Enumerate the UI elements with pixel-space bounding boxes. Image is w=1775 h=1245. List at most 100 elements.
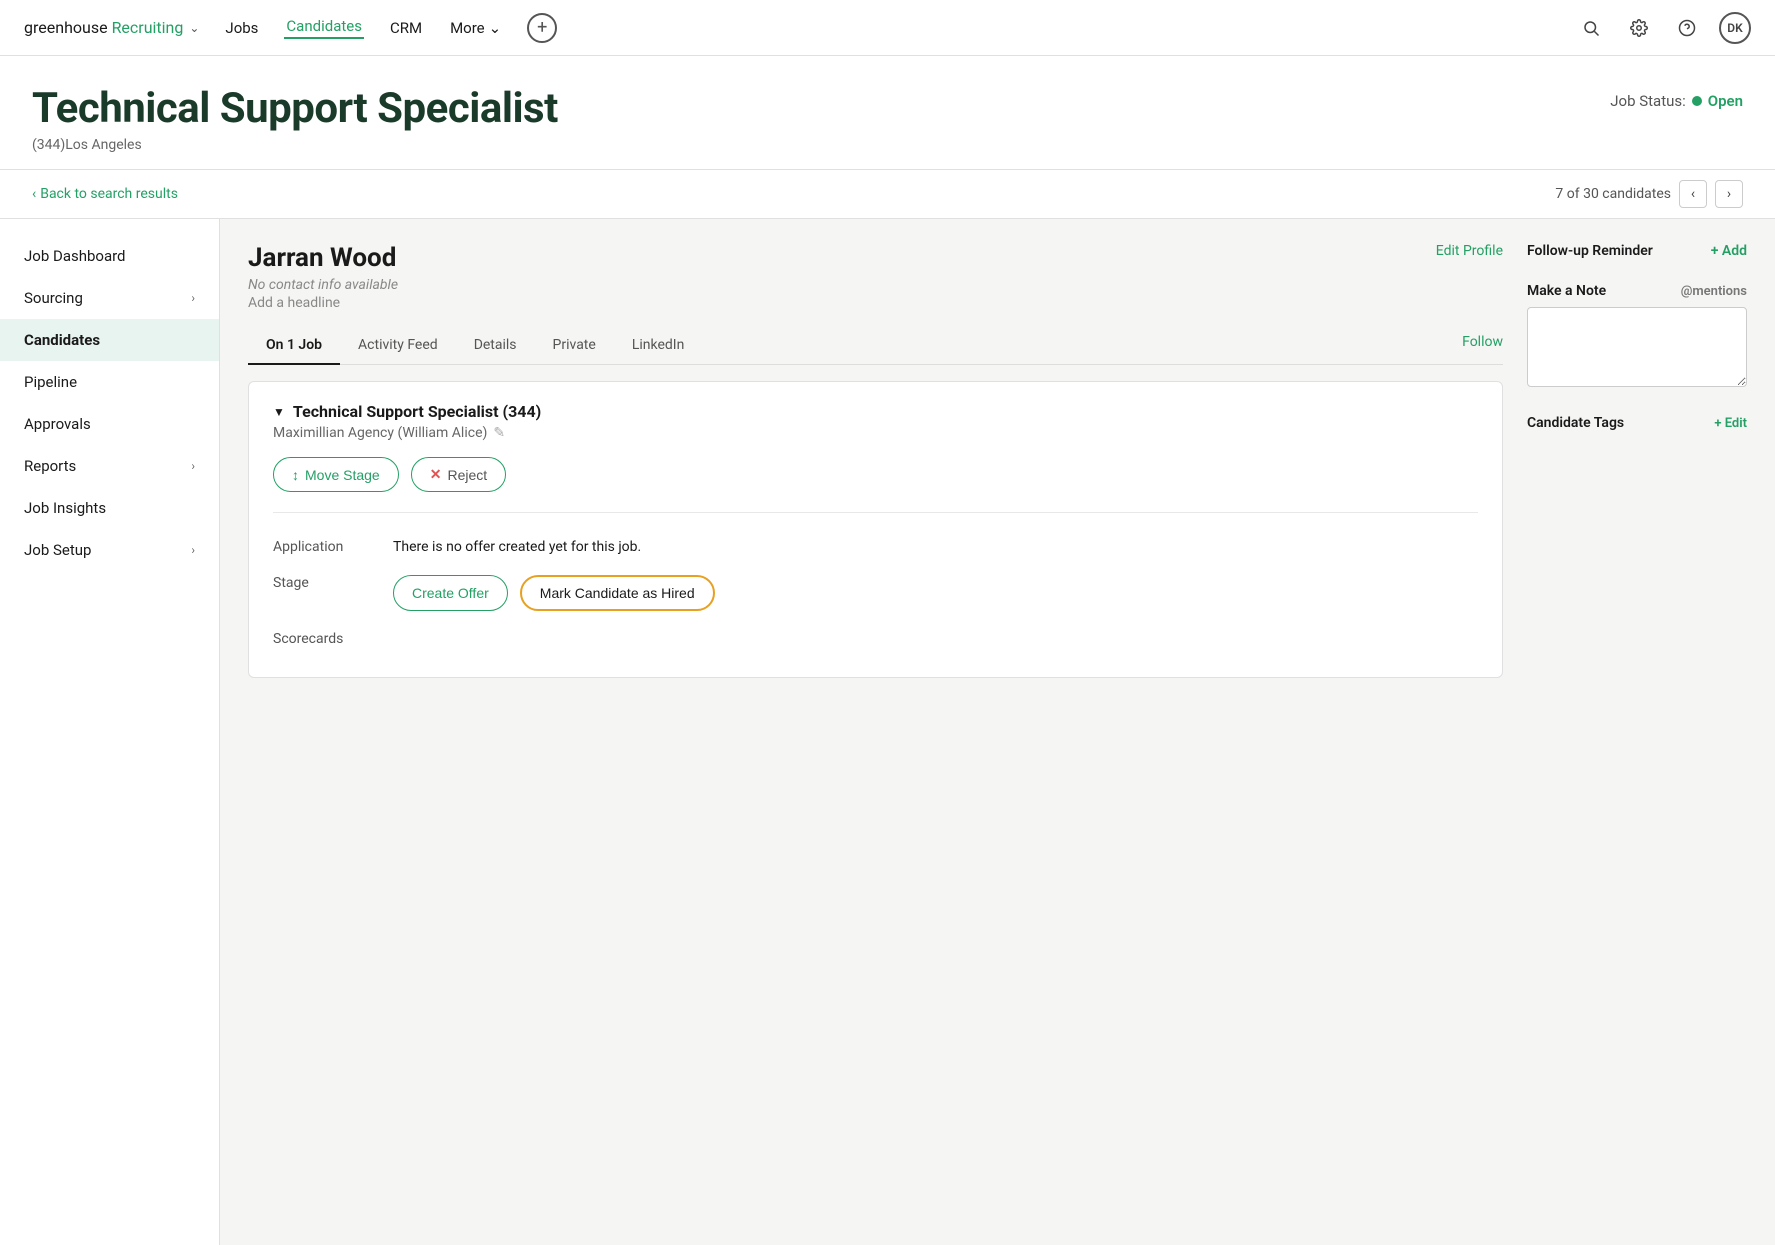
job-status: Job Status: Open xyxy=(1610,92,1743,110)
note-textarea[interactable] xyxy=(1527,307,1747,387)
scorecards-row: Scorecards xyxy=(273,621,1478,657)
move-stage-icon: ↕ xyxy=(292,467,299,483)
sourcing-chevron-icon: › xyxy=(191,291,195,305)
more-chevron-icon: ⌄ xyxy=(489,19,502,37)
prev-candidate-button[interactable]: ‹ xyxy=(1679,180,1707,208)
sidebar-label-job-insights: Job Insights xyxy=(24,499,106,517)
top-navigation: greenhouse Recruiting ⌄ Jobs Candidates … xyxy=(0,0,1775,56)
sidebar-label-reports: Reports xyxy=(24,457,76,475)
nav-link-candidates[interactable]: Candidates xyxy=(284,17,364,39)
sidebar-item-job-insights[interactable]: Job Insights xyxy=(0,487,219,529)
status-indicator xyxy=(1692,96,1702,106)
job-card: ▼ Technical Support Specialist (344) Max… xyxy=(248,381,1503,678)
agency-name: Maximillian Agency (William Alice) xyxy=(273,425,487,441)
back-link[interactable]: ‹ Back to search results xyxy=(32,186,178,202)
candidate-section: Jarran Wood Edit Profile No contact info… xyxy=(248,243,1503,1221)
job-title: Technical Support Specialist xyxy=(32,84,558,133)
add-button[interactable]: + xyxy=(527,13,557,43)
sidebar: Job Dashboard Sourcing › Candidates Pipe… xyxy=(0,219,220,1245)
move-stage-button[interactable]: ↕ Move Stage xyxy=(273,457,399,492)
tags-edit-link[interactable]: + Edit xyxy=(1714,416,1747,431)
note-header: Make a Note @mentions xyxy=(1527,283,1747,299)
sidebar-label-job-dashboard: Job Dashboard xyxy=(24,247,126,265)
sidebar-item-pipeline[interactable]: Pipeline xyxy=(0,361,219,403)
move-stage-label: Move Stage xyxy=(305,467,380,483)
help-icon[interactable] xyxy=(1671,12,1703,44)
sidebar-label-job-setup: Job Setup xyxy=(24,541,91,559)
note-title: Make a Note xyxy=(1527,283,1606,299)
content-area: Jarran Wood Edit Profile No contact info… xyxy=(220,219,1775,1245)
main-layout: Job Dashboard Sourcing › Candidates Pipe… xyxy=(0,219,1775,1245)
right-panel: Follow-up Reminder + Add Make a Note @me… xyxy=(1527,243,1747,1221)
application-value: There is no offer created yet for this j… xyxy=(393,529,1478,565)
note-section: Make a Note @mentions xyxy=(1527,283,1747,391)
back-chevron-icon: ‹ xyxy=(32,186,36,202)
job-card-header: ▼ Technical Support Specialist (344) xyxy=(273,402,1478,421)
job-status-label: Job Status: xyxy=(1610,92,1686,110)
tab-linkedin[interactable]: LinkedIn xyxy=(614,327,703,365)
candidate-headline[interactable]: Add a headline xyxy=(248,295,1503,311)
follow-link[interactable]: Follow xyxy=(1462,334,1503,358)
user-avatar[interactable]: DK xyxy=(1719,12,1751,44)
tab-details[interactable]: Details xyxy=(456,327,535,365)
tags-section: Candidate Tags + Edit xyxy=(1527,415,1747,431)
reject-x-icon: ✕ xyxy=(430,466,442,483)
candidate-tabs: On 1 Job Activity Feed Details Private L… xyxy=(248,327,1503,365)
status-value: Open xyxy=(1708,92,1743,110)
create-offer-button[interactable]: Create Offer xyxy=(393,575,508,611)
candidate-count: 7 of 30 candidates xyxy=(1555,186,1671,202)
reports-chevron-icon: › xyxy=(191,459,195,473)
settings-icon[interactable] xyxy=(1623,12,1655,44)
tab-on-job[interactable]: On 1 Job xyxy=(248,327,340,365)
job-card-agency: Maximillian Agency (William Alice) ✎ xyxy=(273,425,1478,441)
followup-add-link[interactable]: + Add xyxy=(1711,243,1747,259)
nav-link-crm[interactable]: CRM xyxy=(388,19,424,37)
next-candidate-button[interactable]: › xyxy=(1715,180,1743,208)
tab-activity-feed[interactable]: Activity Feed xyxy=(340,327,456,365)
followup-header: Follow-up Reminder + Add xyxy=(1527,243,1747,259)
reject-button[interactable]: ✕ Reject xyxy=(411,457,506,492)
application-row: Application There is no offer created ye… xyxy=(273,529,1478,565)
scorecards-label: Scorecards xyxy=(273,621,393,657)
sidebar-item-job-dashboard[interactable]: Job Dashboard xyxy=(0,235,219,277)
nav-link-jobs[interactable]: Jobs xyxy=(223,19,260,37)
collapse-triangle-icon[interactable]: ▼ xyxy=(273,405,285,419)
sidebar-item-candidates[interactable]: Candidates xyxy=(0,319,219,361)
sidebar-item-approvals[interactable]: Approvals xyxy=(0,403,219,445)
tags-title: Candidate Tags xyxy=(1527,415,1624,431)
brand-logo[interactable]: greenhouse Recruiting ⌄ xyxy=(24,18,199,37)
sidebar-label-approvals: Approvals xyxy=(24,415,91,433)
sidebar-label-sourcing: Sourcing xyxy=(24,289,83,307)
job-subtitle: (344)Los Angeles xyxy=(32,137,558,153)
sidebar-item-reports[interactable]: Reports › xyxy=(0,445,219,487)
nav-links: Jobs Candidates CRM More ⌄ + xyxy=(223,13,1551,43)
sidebar-item-job-setup[interactable]: Job Setup › xyxy=(0,529,219,571)
brand-chevron-icon: ⌄ xyxy=(189,21,199,35)
mark-hired-button[interactable]: Mark Candidate as Hired xyxy=(520,575,715,611)
sidebar-label-candidates: Candidates xyxy=(24,331,100,349)
followup-title: Follow-up Reminder xyxy=(1527,243,1653,259)
brand-colored-text: Recruiting xyxy=(112,18,184,37)
job-header: Technical Support Specialist (344)Los An… xyxy=(0,56,1775,170)
followup-section: Follow-up Reminder + Add xyxy=(1527,243,1747,259)
candidate-navigation: 7 of 30 candidates ‹ › xyxy=(1555,180,1743,208)
sidebar-label-pipeline: Pipeline xyxy=(24,373,77,391)
nav-link-more[interactable]: More ⌄ xyxy=(448,19,503,37)
candidate-meta: No contact info available xyxy=(248,277,1503,293)
stage-buttons: Create Offer Mark Candidate as Hired xyxy=(393,565,1478,621)
edit-pencil-icon[interactable]: ✎ xyxy=(493,425,505,441)
breadcrumb-row: ‹ Back to search results 7 of 30 candida… xyxy=(0,170,1775,219)
job-setup-chevron-icon: › xyxy=(191,543,195,557)
sidebar-item-sourcing[interactable]: Sourcing › xyxy=(0,277,219,319)
application-label: Application xyxy=(273,529,393,565)
brand-text: greenhouse xyxy=(24,18,108,37)
search-icon[interactable] xyxy=(1575,12,1607,44)
divider xyxy=(273,512,1478,513)
action-buttons: ↕ Move Stage ✕ Reject xyxy=(273,457,1478,492)
edit-profile-link[interactable]: Edit Profile xyxy=(1436,243,1503,259)
application-table: Application There is no offer created ye… xyxy=(273,529,1478,657)
job-card-title: Technical Support Specialist (344) xyxy=(293,402,541,421)
tab-private[interactable]: Private xyxy=(535,327,614,365)
scorecards-value xyxy=(393,621,1478,657)
candidate-name: Jarran Wood xyxy=(248,243,396,273)
